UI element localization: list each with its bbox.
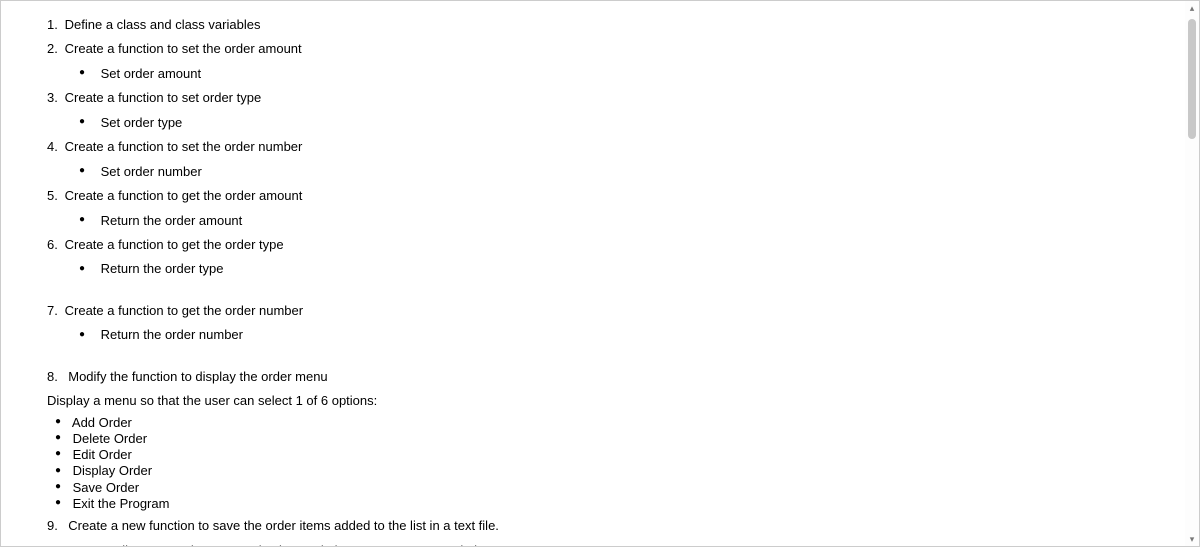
- step-number: 6.: [47, 234, 61, 255]
- document-viewport: 1. Define a class and class variables 2.…: [0, 0, 1200, 547]
- scroll-down-arrow-icon[interactable]: ▾: [1185, 532, 1199, 546]
- step-number: 5.: [47, 185, 61, 206]
- step-2: 2. Create a function to set the order am…: [47, 38, 1145, 59]
- bullet-icon: ●: [79, 212, 97, 229]
- step-text: Create a function to set the order numbe…: [65, 139, 303, 154]
- step-8-description: Display a menu so that the user can sele…: [47, 390, 1145, 411]
- menu-option: ● Exit the Program: [47, 496, 1145, 512]
- step-4-sub: ● Set order number: [79, 161, 1145, 182]
- scrollbar-thumb[interactable]: [1188, 19, 1196, 139]
- step-6: 6. Create a function to get the order ty…: [47, 234, 1145, 255]
- step-4: 4. Create a function to set the order nu…: [47, 136, 1145, 157]
- step-5-sub: ● Return the order amount: [79, 210, 1145, 231]
- bullet-icon: ●: [79, 261, 97, 278]
- menu-option-text: Edit Order: [73, 447, 132, 462]
- step-text: Create a function to set the order amoun…: [65, 41, 302, 56]
- step-text: Create a function to get the order numbe…: [65, 303, 303, 318]
- step-number: 2.: [47, 38, 61, 59]
- scroll-up-arrow-icon[interactable]: ▴: [1185, 1, 1199, 15]
- menu-option: ● Display Order: [47, 463, 1145, 479]
- step-text: Create a new function to save the order …: [68, 518, 499, 533]
- menu-option-text: Delete Order: [73, 431, 147, 446]
- step-number: 4.: [47, 136, 61, 157]
- bullet-icon: ●: [47, 481, 69, 494]
- step-text: Define a class and class variables: [65, 17, 261, 32]
- menu-option-text: Save Order: [73, 480, 139, 495]
- menu-option-text: Display Order: [73, 463, 152, 478]
- step-number: 1.: [47, 14, 61, 35]
- step-7-sub: ● Return the order number: [79, 324, 1145, 345]
- bullet-icon: ●: [79, 327, 97, 344]
- step-number: 10.: [47, 540, 65, 547]
- bullet-icon: ●: [79, 65, 97, 82]
- bullet-icon: ●: [79, 114, 97, 131]
- step-2-sub: ● Set order amount: [79, 63, 1145, 84]
- step-7: 7. Create a function to get the order nu…: [47, 300, 1145, 321]
- step-6-sub: ● Return the order type: [79, 258, 1145, 279]
- step-9: 9. Create a new function to save the ord…: [47, 515, 1145, 536]
- step-number: 3.: [47, 87, 61, 108]
- menu-option: ● Save Order: [47, 480, 1145, 496]
- step-3: 3. Create a function to set order type: [47, 87, 1145, 108]
- step-1: 1. Define a class and class variables: [47, 14, 1145, 35]
- sub-text: Set order amount: [101, 66, 201, 81]
- menu-option-text: Exit the Program: [73, 496, 170, 511]
- sub-text: Return the order type: [101, 261, 224, 276]
- step-text: Create a function to get the order type: [65, 237, 284, 252]
- step-text: Create a function to get the order amoun…: [65, 188, 303, 203]
- document-content: 1. Define a class and class variables 2.…: [1, 1, 1185, 546]
- sub-text: Set order number: [101, 164, 202, 179]
- bullet-icon: ●: [47, 497, 69, 510]
- step-5: 5. Create a function to get the order am…: [47, 185, 1145, 206]
- step-number: 9.: [47, 515, 61, 536]
- bullet-icon: ●: [79, 163, 97, 180]
- sub-text: Return the order number: [101, 327, 243, 342]
- step-text: Create a function to set order type: [65, 90, 262, 105]
- menu-option: ● Delete Order: [47, 431, 1145, 447]
- bullet-icon: ●: [47, 448, 69, 461]
- menu-option: ● Edit Order: [47, 447, 1145, 463]
- bullet-icon: ●: [47, 416, 69, 429]
- step-number: 8.: [47, 366, 61, 387]
- sub-text: Return the order amount: [101, 213, 243, 228]
- bullet-icon: ●: [47, 432, 69, 445]
- vertical-scrollbar[interactable]: ▴ ▾: [1185, 1, 1199, 546]
- step-8: 8. Modify the function to display the or…: [47, 366, 1145, 387]
- menu-option-text: Add Order: [72, 415, 132, 430]
- step-number: 7.: [47, 300, 61, 321]
- menu-option: ● Add Order: [47, 415, 1145, 431]
- step-text: Modify the function to display the order…: [68, 369, 327, 384]
- sub-text: Set order type: [101, 115, 183, 130]
- step-text: Repeatedly execute the menu selections u…: [69, 543, 545, 547]
- step-10: 10. Repeatedly execute the menu selectio…: [47, 540, 1145, 547]
- step-3-sub: ● Set order type: [79, 112, 1145, 133]
- bullet-icon: ●: [47, 465, 69, 478]
- menu-options: ● Add Order ● Delete Order ● Edit Order …: [47, 415, 1145, 513]
